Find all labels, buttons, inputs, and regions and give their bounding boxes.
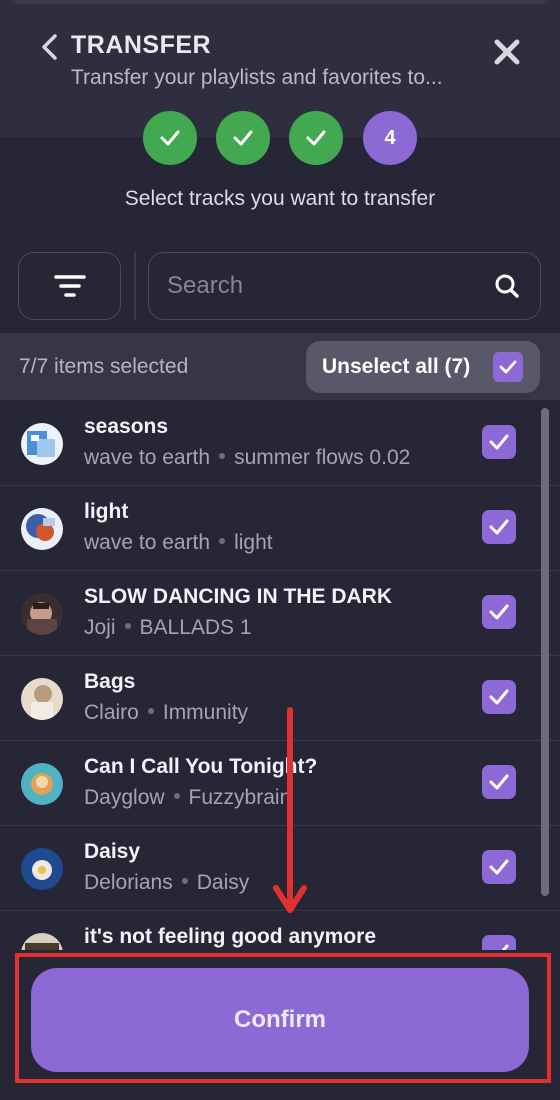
page-subtitle: Transfer your playlists and favorites to… bbox=[71, 66, 443, 89]
check-icon bbox=[489, 774, 509, 790]
track-album: Fuzzybrain bbox=[188, 786, 292, 809]
track-row[interactable]: SLOW DANCING IN THE DARK Joji BALLADS 1 bbox=[0, 571, 560, 656]
track-artist: Delorians bbox=[84, 871, 173, 894]
album-cover bbox=[21, 848, 63, 890]
track-artist: wave to earth bbox=[84, 446, 211, 469]
filter-button[interactable] bbox=[18, 252, 121, 320]
check-icon bbox=[489, 519, 509, 535]
search-icon[interactable] bbox=[494, 273, 520, 299]
step-1-complete bbox=[143, 111, 197, 165]
confirm-button[interactable]: Confirm bbox=[31, 968, 529, 1072]
track-title: Bags bbox=[84, 670, 136, 693]
track-title: Daisy bbox=[84, 840, 141, 863]
separator-dot bbox=[147, 708, 154, 715]
track-list[interactable]: seasons wave to earth summer flows 0.02 l… bbox=[0, 401, 560, 950]
check-icon bbox=[233, 130, 253, 146]
check-icon bbox=[489, 689, 509, 705]
track-checkbox[interactable] bbox=[482, 595, 516, 629]
track-checkbox[interactable] bbox=[482, 510, 516, 544]
track-row[interactable]: Daisy Delorians Daisy bbox=[0, 826, 560, 911]
check-icon bbox=[499, 360, 517, 374]
album-cover bbox=[21, 423, 63, 465]
track-checkbox[interactable] bbox=[482, 935, 516, 950]
separator-dot bbox=[173, 793, 180, 800]
track-checkbox[interactable] bbox=[482, 680, 516, 714]
unselect-all-label: Unselect all (7) bbox=[322, 355, 471, 378]
check-icon bbox=[489, 434, 509, 450]
search-box bbox=[148, 252, 541, 320]
check-icon bbox=[489, 604, 509, 620]
track-checkbox[interactable] bbox=[482, 765, 516, 799]
chevron-left-icon bbox=[42, 34, 57, 60]
toolbar-divider bbox=[134, 252, 136, 320]
track-artist: wave to earth bbox=[84, 531, 211, 554]
instructions-text: Select tracks you want to transfer bbox=[124, 187, 436, 210]
check-icon bbox=[489, 859, 509, 875]
selection-count: 7/7 items selected bbox=[19, 355, 189, 378]
check-icon bbox=[306, 130, 326, 146]
track-checkbox[interactable] bbox=[482, 850, 516, 884]
track-album: light bbox=[234, 531, 273, 554]
close-icon bbox=[494, 39, 520, 65]
step-3-complete bbox=[289, 111, 343, 165]
track-row[interactable]: light wave to earth light bbox=[0, 486, 560, 571]
track-row[interactable]: Can I Call You Tonight? Dayglow Fuzzybrai… bbox=[0, 741, 560, 826]
track-title: Can I Call You Tonight? bbox=[84, 755, 318, 778]
filter-icon bbox=[53, 275, 86, 297]
track-album: Daisy bbox=[196, 871, 250, 894]
step-2-complete bbox=[216, 111, 270, 165]
page-title: TRANSFER bbox=[71, 31, 212, 59]
step-number: 4 bbox=[384, 126, 396, 149]
unselect-all-checkbox bbox=[493, 352, 523, 382]
unselect-all-button[interactable]: Unselect all (7) bbox=[306, 341, 540, 393]
step-indicator: 4 bbox=[0, 111, 560, 165]
album-cover bbox=[21, 933, 63, 950]
check-icon bbox=[501, 944, 509, 950]
track-meta: Joji BALLADS 1 bbox=[84, 616, 252, 640]
separator-dot bbox=[219, 453, 226, 460]
track-artist: Clairo bbox=[84, 701, 139, 724]
list-scrollbar[interactable] bbox=[541, 408, 549, 896]
step-4-current: 4 bbox=[363, 111, 417, 165]
separator-dot bbox=[124, 623, 131, 630]
track-meta: Clairo Immunity bbox=[84, 701, 248, 725]
track-title: seasons bbox=[84, 415, 169, 438]
track-row[interactable]: Bags Clairo Immunity bbox=[0, 656, 560, 741]
track-title: SLOW DANCING IN THE DARK bbox=[84, 585, 392, 608]
track-album: BALLADS 1 bbox=[139, 616, 252, 639]
track-meta: wave to earth summer flows 0.02 bbox=[84, 446, 410, 470]
track-meta: wave to earth light bbox=[84, 531, 273, 555]
track-checkbox[interactable] bbox=[482, 425, 516, 459]
top-handle bbox=[12, 0, 548, 4]
separator-dot bbox=[181, 878, 188, 885]
track-artist: Joji bbox=[84, 616, 116, 639]
album-cover bbox=[21, 763, 63, 805]
transfer-screen: TRANSFER Transfer your playlists and fav… bbox=[0, 0, 560, 1100]
track-meta: Delorians Daisy bbox=[84, 871, 249, 895]
track-title: it's not feeling good anymore bbox=[84, 925, 377, 948]
track-album: summer flows 0.02 bbox=[234, 446, 411, 469]
separator-dot bbox=[219, 538, 226, 545]
close-button[interactable] bbox=[491, 36, 523, 68]
album-cover bbox=[21, 508, 63, 550]
track-album: Immunity bbox=[162, 701, 249, 724]
back-button[interactable] bbox=[36, 32, 62, 62]
check-icon bbox=[160, 130, 180, 146]
track-row[interactable]: it's not feeling good anymore bbox=[0, 911, 560, 950]
album-cover bbox=[21, 593, 63, 635]
album-cover bbox=[21, 678, 63, 720]
search-input[interactable] bbox=[167, 253, 467, 318]
track-title: light bbox=[84, 500, 129, 523]
track-artist: Dayglow bbox=[84, 786, 165, 809]
track-row[interactable]: seasons wave to earth summer flows 0.02 bbox=[0, 401, 560, 486]
track-meta: Dayglow Fuzzybrain bbox=[84, 786, 291, 810]
